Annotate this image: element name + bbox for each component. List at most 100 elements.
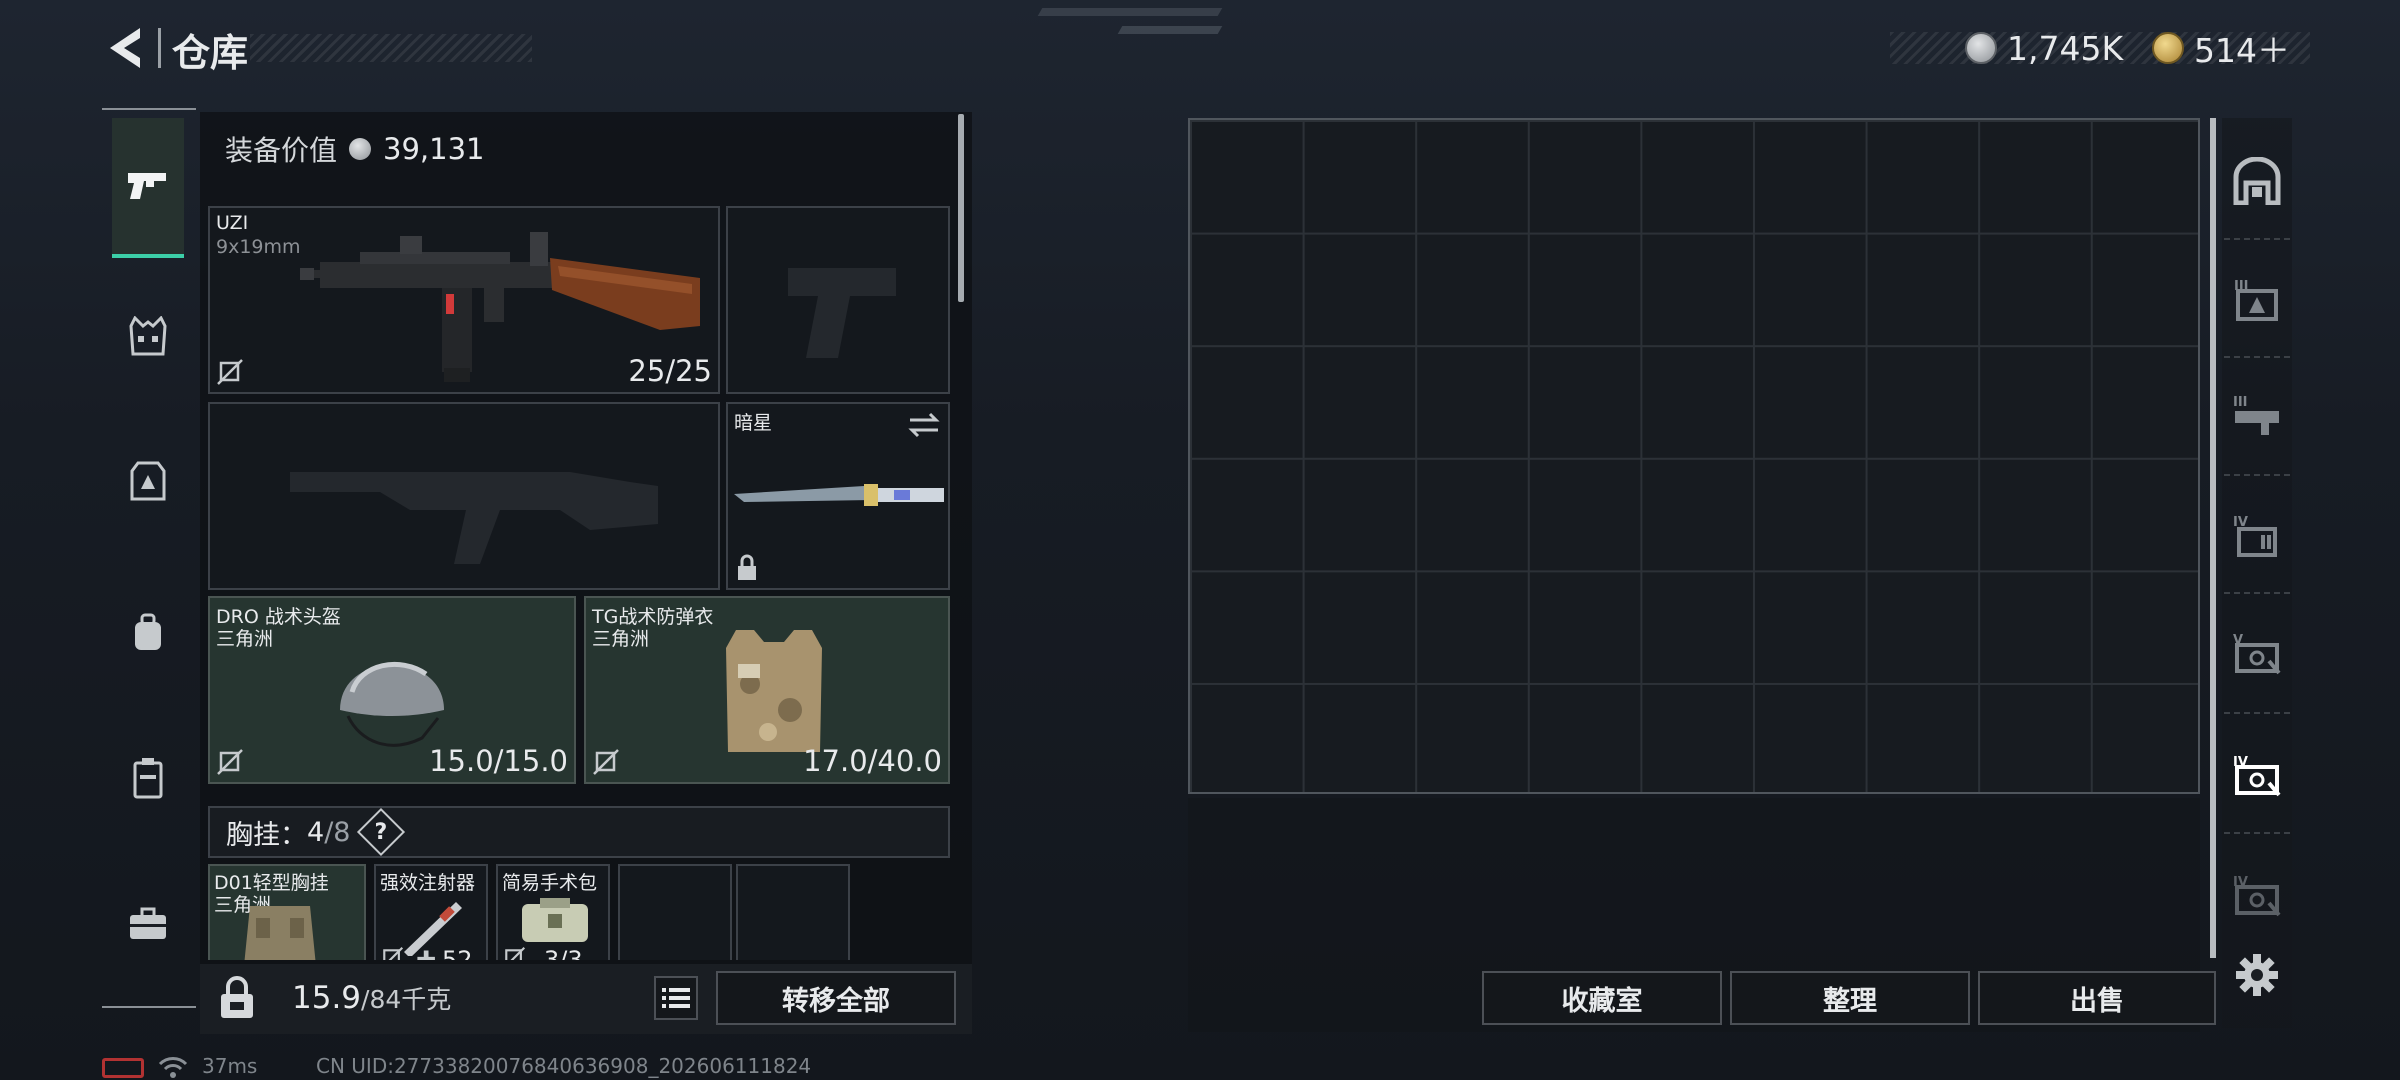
chest-rig-count: 4	[307, 816, 325, 848]
silver-coin-icon	[1965, 32, 1997, 64]
no-insure-icon	[383, 946, 404, 960]
helmet-durability: 15.0/15.0	[429, 744, 568, 778]
header-divider	[158, 28, 161, 68]
category-tab-armor[interactable]	[112, 446, 184, 518]
no-insure-icon	[217, 749, 243, 775]
melee-name: 暗星	[734, 412, 773, 434]
melee-slot[interactable]: 暗星	[726, 402, 950, 590]
equip-value-label: 装备价值	[225, 134, 338, 167]
storage-tab-4c[interactable]: IV	[2222, 860, 2292, 930]
item-quantity: 52	[442, 946, 473, 960]
ammo-box-icon: IV	[2233, 515, 2277, 557]
wifi-icon	[158, 1057, 188, 1078]
category-tab-backpack[interactable]	[112, 596, 184, 668]
tab-divider	[2224, 238, 2290, 240]
help-icon[interactable]: ?	[357, 807, 406, 857]
safe-icon: IV	[2233, 755, 2281, 797]
gold-coin-icon	[2152, 32, 2184, 64]
back-button[interactable]	[100, 22, 148, 74]
background-light	[1117, 26, 1223, 34]
stim-item[interactable]: 强效注射器 ✚ 52	[374, 864, 488, 960]
helmet-brand: 三角洲	[216, 628, 274, 650]
equip-value-row: 装备价值 39,131	[225, 128, 485, 170]
settings-button[interactable]	[2230, 948, 2284, 1002]
rifle-silhouette-icon	[290, 472, 658, 564]
tab-divider	[2224, 474, 2290, 476]
background-light	[1037, 8, 1223, 16]
storage-grid[interactable]	[1188, 118, 2200, 794]
sort-button[interactable]: 整理	[1730, 971, 1970, 1025]
container-icon	[133, 758, 163, 799]
weapon-caliber: 9x19mm	[216, 236, 301, 258]
category-tab-toolbox[interactable]	[112, 888, 184, 960]
category-tab-weapon[interactable]	[112, 118, 184, 258]
item-quantity: 3/3	[544, 946, 583, 960]
vault-icon	[2233, 157, 2281, 205]
chest-rig-capacity: /8	[324, 816, 351, 848]
gun-case-icon: III	[2233, 395, 2279, 435]
category-tab-container[interactable]	[112, 742, 184, 814]
backpack-icon	[135, 613, 161, 650]
storage-tab-main[interactable]	[2222, 146, 2292, 216]
secondary-weapon-slot[interactable]	[208, 402, 720, 590]
storage-box-icon: III	[2234, 279, 2278, 321]
storage-tab-3a[interactable]: III	[2222, 264, 2292, 334]
ping-text: 37ms	[202, 1054, 258, 1078]
armor-icon	[130, 461, 166, 501]
chest-rig-label: 胸挂：	[226, 819, 307, 851]
safe-icon: IV	[2233, 875, 2281, 917]
title-decoration	[250, 34, 532, 62]
currency1-widget[interactable]: 1,745K	[1965, 28, 2123, 68]
chest-rig-item[interactable]: D01轻型胸挂 三角洲	[208, 864, 366, 960]
safe-icon: V	[2233, 633, 2281, 675]
equip-value-number: 39,131	[383, 132, 485, 166]
currency2-widget[interactable]: 514＋	[2152, 28, 2290, 70]
pistol-slot[interactable]	[726, 206, 950, 394]
armor-brand: 三角洲	[592, 628, 650, 650]
primary-weapon-slot[interactable]: UZI 9x19mm 25/25	[208, 206, 720, 394]
collection-room-button[interactable]: 收藏室	[1482, 971, 1722, 1025]
weapon-ammo: 25/25	[628, 354, 712, 388]
svg-text:III: III	[2233, 395, 2248, 410]
loadout-scrollbar[interactable]	[958, 114, 964, 302]
category-rail-bottom-line	[102, 1006, 196, 1008]
tab-divider	[2224, 712, 2290, 714]
gear-icon	[2236, 954, 2278, 996]
storage-tab-3b[interactable]: III	[2222, 380, 2292, 450]
currency2-value: 514＋	[2194, 31, 2290, 70]
storage-tab-4a[interactable]: IV	[2222, 500, 2292, 570]
empty-slot[interactable]	[618, 864, 732, 960]
list-view-button[interactable]	[654, 976, 698, 1020]
no-insure-icon	[505, 946, 526, 960]
transfer-all-button[interactable]: 转移全部	[716, 971, 956, 1025]
page-title: 仓库	[172, 31, 249, 75]
item-name: 简易手术包	[502, 872, 598, 894]
swap-icon[interactable]	[908, 412, 940, 438]
tab-divider	[2224, 592, 2290, 594]
lock-icon[interactable]	[218, 976, 256, 1020]
list-icon	[662, 988, 690, 1008]
storage-scrollbar[interactable]	[2210, 118, 2216, 958]
empty-slot[interactable]	[736, 864, 850, 960]
silver-coin-icon	[349, 138, 372, 160]
toolbox-icon	[130, 907, 166, 939]
medkit-image	[522, 898, 588, 942]
category-tab-vest[interactable]	[112, 300, 184, 372]
currency1-value: 1,745K	[2007, 28, 2124, 68]
storage-tab-4b-active[interactable]: IV	[2222, 740, 2292, 810]
weapon-name: UZI	[216, 212, 249, 234]
category-rail-top-line	[102, 108, 196, 110]
storage-tab-5[interactable]: V	[2222, 618, 2292, 688]
no-insure-icon	[593, 749, 619, 775]
chest-rig-header: 胸挂： 4 /8 ?	[208, 806, 950, 858]
weight-readout: 15.9 /84千克	[292, 980, 451, 1020]
knife-image	[734, 484, 944, 506]
surgery-kit-item[interactable]: 简易手术包 3/3	[496, 864, 610, 960]
chest-rig-image	[244, 906, 316, 960]
weight-current: 15.9	[292, 980, 362, 1016]
helmet-slot[interactable]: DRO 战术头盔 三角洲 15.0/15.0	[208, 596, 576, 784]
armor-slot[interactable]: TG战术防弹衣 三角洲 17.0/40.0	[584, 596, 950, 784]
battery-icon	[102, 1058, 144, 1078]
pistol-icon	[128, 173, 166, 199]
sell-button[interactable]: 出售	[1978, 971, 2216, 1025]
